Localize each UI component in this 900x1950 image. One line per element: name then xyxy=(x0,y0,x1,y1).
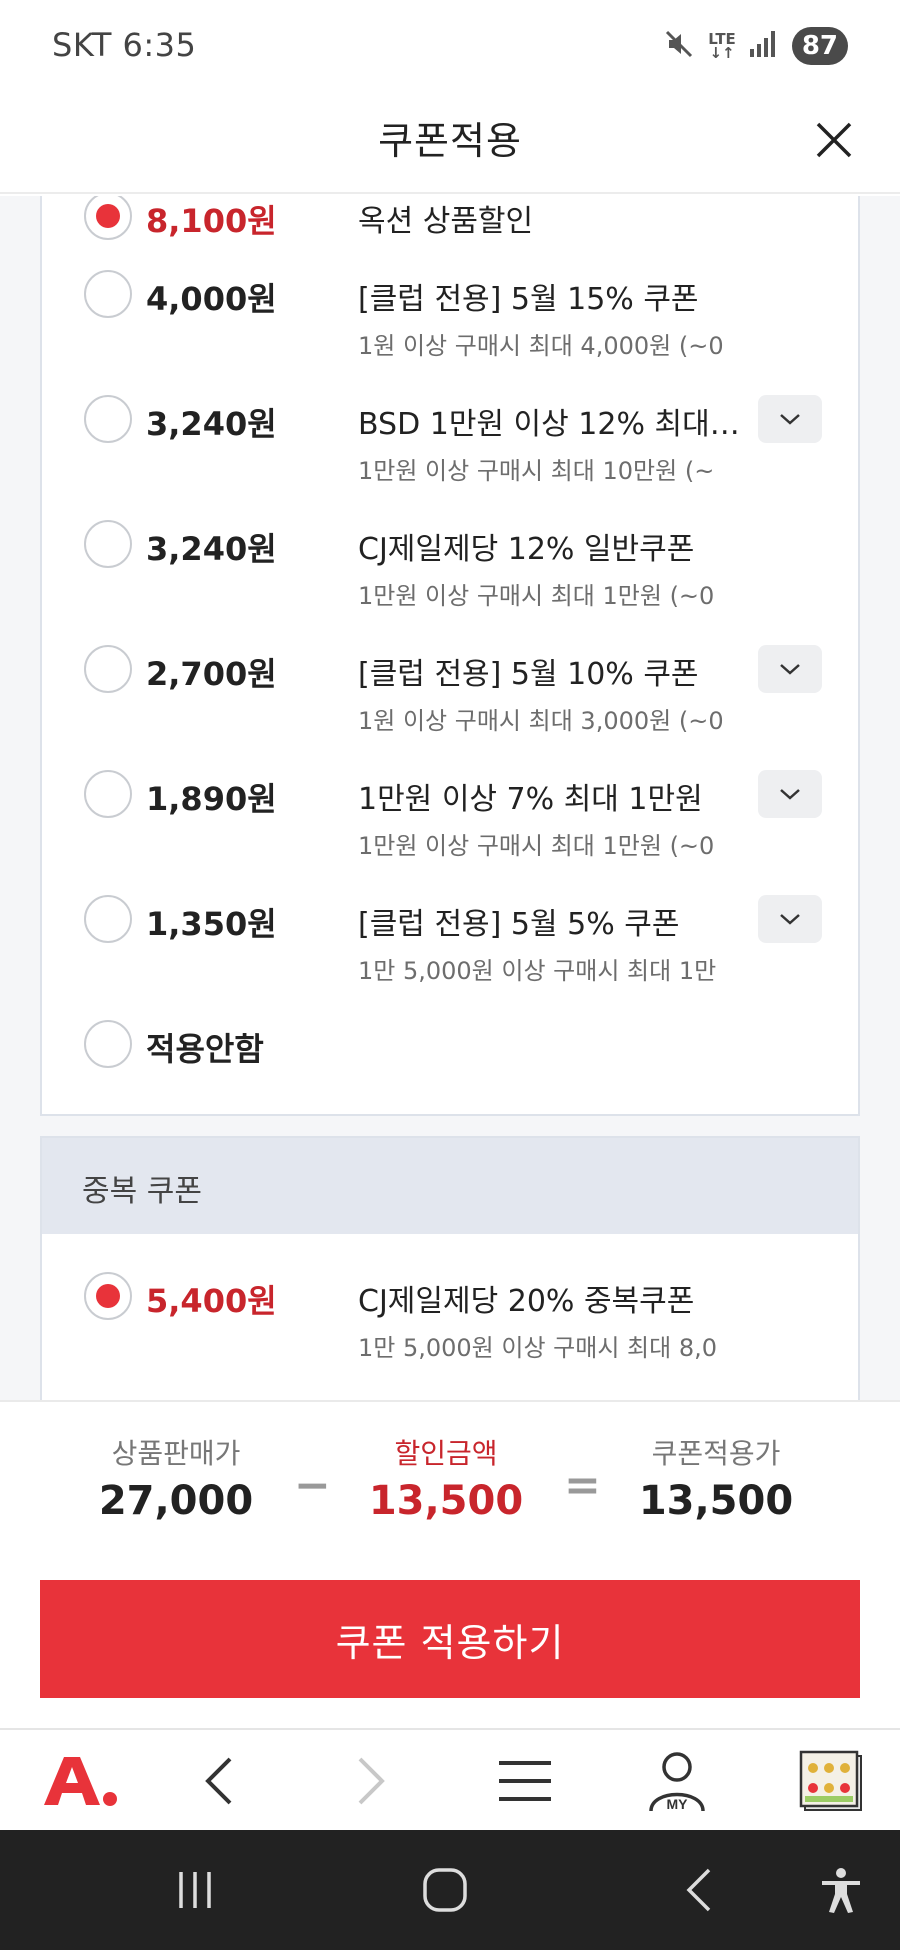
expand-button[interactable] xyxy=(758,395,822,443)
chevron-down-icon xyxy=(780,414,800,425)
coupon-name: [클럽 전용] 5월 10% 쿠폰 xyxy=(358,657,699,692)
coupon-radio[interactable] xyxy=(84,895,132,943)
coupon-radio-selected[interactable] xyxy=(84,1272,132,1320)
final-price-value: 13,500 xyxy=(638,1478,794,1524)
home-icon[interactable] xyxy=(400,1830,490,1950)
chevron-down-icon xyxy=(780,664,800,675)
duplicate-coupon-title: 중복 쿠폰 xyxy=(82,1174,202,1209)
close-icon[interactable] xyxy=(808,114,860,166)
coupon-amount: 8,100원 xyxy=(146,202,277,240)
coupon-amount: 1,350원 xyxy=(146,905,277,943)
coupon-list-scroll[interactable]: 8,100원 옥션 상품할인 4,000원 [클럽 전용] 5월 15% 쿠폰 … xyxy=(0,196,900,1400)
expand-button[interactable] xyxy=(758,895,822,943)
coupon-radio[interactable] xyxy=(84,770,132,818)
coupon-desc: 1만원 이상 구매시 최대 1만원 (~0 xyxy=(358,582,715,610)
discount-value: 13,500 xyxy=(368,1478,524,1524)
coupon-desc: 1만 5,000원 이상 구매시 최대 8,0 xyxy=(358,1334,718,1362)
duplicate-coupon-header: 중복 쿠폰 xyxy=(40,1136,860,1234)
menu-icon[interactable] xyxy=(480,1730,570,1832)
coupon-radio[interactable] xyxy=(84,395,132,443)
price-summary: 상품판매가 27,000 − 할인금액 13,500 = 쿠폰적용가 13,50… xyxy=(0,1400,900,1728)
screen: SKT 6:35 LTE ↓↑ 87 쿠폰적용 8,100원 옥션 상품할인 4… xyxy=(0,0,900,1950)
coupon-name: CJ제일제당 20% 중복쿠폰 xyxy=(358,1284,695,1319)
coupon-radio[interactable] xyxy=(84,270,132,318)
coupon-desc: 1만원 이상 구매시 최대 1만원 (~0 xyxy=(358,832,715,860)
coupon-desc: 1만 5,000원 이상 구매시 최대 1만 xyxy=(358,957,717,985)
chevron-down-icon xyxy=(780,914,800,925)
coupon-name: 1만원 이상 7% 최대 1만원 xyxy=(358,782,703,817)
discount-amount: 할인금액 13,500 xyxy=(346,1432,546,1524)
coupon-name: 옥션 상품할인 xyxy=(358,204,534,239)
final-price-label: 쿠폰적용가 xyxy=(651,1437,781,1470)
coupon-name: [클럽 전용] 5월 5% 쿠폰 xyxy=(358,907,680,942)
forward-arrow-icon[interactable] xyxy=(330,1730,410,1832)
status-icons: LTE ↓↑ 87 xyxy=(664,24,848,68)
coupon-radio-selected[interactable] xyxy=(84,196,132,240)
coupon-amount: 5,400원 xyxy=(146,1282,277,1320)
page-title: 쿠폰적용 xyxy=(378,119,522,163)
browser-toolbar: MY xyxy=(0,1728,900,1830)
mute-icon xyxy=(664,29,694,63)
header: 쿠폰적용 xyxy=(0,92,900,194)
final-price: 쿠폰적용가 13,500 xyxy=(616,1432,816,1524)
android-navigation-bar xyxy=(0,1830,900,1950)
back-arrow-icon[interactable] xyxy=(180,1730,260,1832)
coupon-amount: 3,240원 xyxy=(146,405,277,443)
signal-icon xyxy=(749,31,778,61)
my-icon[interactable]: MY xyxy=(632,1730,722,1832)
sale-price-label: 상품판매가 xyxy=(111,1437,241,1470)
coupon-amount: 1,890원 xyxy=(146,780,277,818)
discount-label: 할인금액 xyxy=(394,1437,498,1470)
tabs-thumbnail[interactable] xyxy=(786,1730,876,1832)
battery-icon: 87 xyxy=(791,27,848,65)
no-coupon-label: 적용안함 xyxy=(146,1030,264,1068)
back-icon[interactable] xyxy=(654,1830,744,1950)
chevron-down-icon xyxy=(780,789,800,800)
coupon-name: BSD 1만원 이상 12% 최대 1... xyxy=(358,407,748,442)
sale-price-value: 27,000 xyxy=(98,1478,254,1524)
coupon-amount: 4,000원 xyxy=(146,280,277,318)
carrier-time: SKT 6:35 xyxy=(52,26,197,64)
coupon-amount: 3,240원 xyxy=(146,530,277,568)
expand-button[interactable] xyxy=(758,770,822,818)
minus-sign: − xyxy=(294,1460,331,1511)
coupon-desc: 1원 이상 구매시 최대 3,000원 (~0 xyxy=(358,707,724,735)
coupon-name: CJ제일제당 12% 일반쿠폰 xyxy=(358,532,695,567)
sale-price: 상품판매가 27,000 xyxy=(76,1432,276,1524)
coupon-desc: 1만원 이상 구매시 최대 10만원 (~ xyxy=(358,457,715,485)
coupon-desc: 1원 이상 구매시 최대 4,000원 (~0 xyxy=(358,332,724,360)
duplicate-coupon-list: 5,400원 CJ제일제당 20% 중복쿠폰 1만 5,000원 이상 구매시 … xyxy=(40,1234,860,1400)
coupon-radio[interactable] xyxy=(84,520,132,568)
accessibility-icon[interactable] xyxy=(796,1830,886,1950)
status-bar: SKT 6:35 LTE ↓↑ 87 xyxy=(0,0,900,92)
auction-logo[interactable] xyxy=(30,1730,130,1832)
apply-coupon-button[interactable]: 쿠폰 적용하기 xyxy=(40,1580,860,1698)
lte-icon: LTE ↓↑ xyxy=(708,30,736,62)
coupon-amount: 2,700원 xyxy=(146,655,277,693)
coupon-list: 8,100원 옥션 상품할인 4,000원 [클럽 전용] 5월 15% 쿠폰 … xyxy=(40,196,860,1116)
svg-text:MY: MY xyxy=(667,1796,689,1812)
equals-sign: = xyxy=(564,1460,601,1511)
recents-icon[interactable] xyxy=(150,1830,240,1950)
expand-button[interactable] xyxy=(758,645,822,693)
coupon-radio[interactable] xyxy=(84,645,132,693)
coupon-radio[interactable] xyxy=(84,1020,132,1068)
coupon-name: [클럽 전용] 5월 15% 쿠폰 xyxy=(358,282,699,317)
